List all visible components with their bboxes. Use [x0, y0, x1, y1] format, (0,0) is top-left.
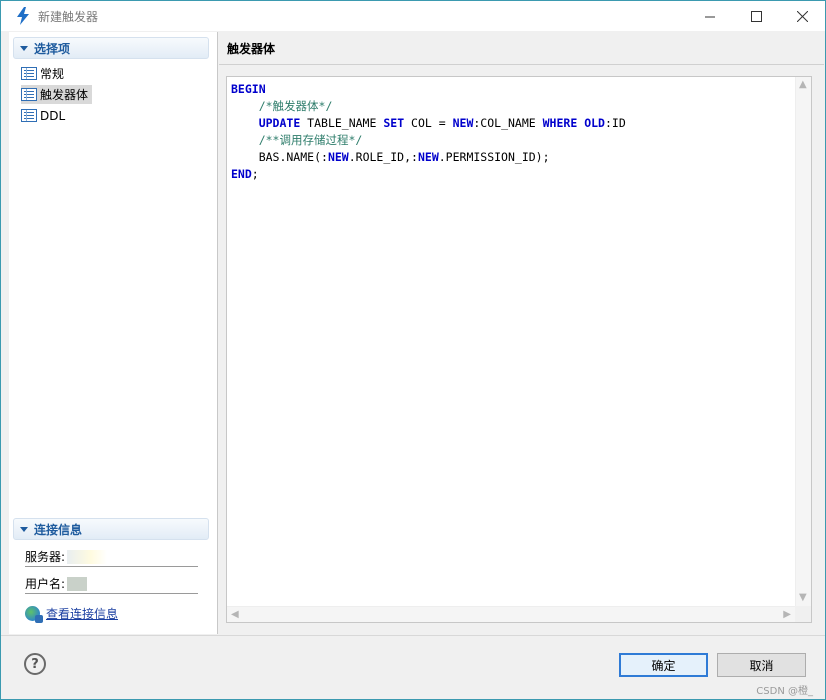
code-line: END; [231, 166, 626, 183]
table-icon [21, 109, 37, 122]
connection-globe-icon [25, 606, 43, 623]
code-text: :ID [604, 116, 626, 130]
code-keyword: NEW [327, 150, 349, 164]
code-keyword: SET [383, 116, 405, 130]
options-section-header[interactable]: 选择项 [13, 37, 209, 59]
code-text: BAS.NAME(: [231, 150, 328, 164]
code-keyword: NEW [452, 116, 474, 130]
code-line: /*触发器体*/ [231, 98, 626, 115]
code-keyword: END [231, 167, 252, 181]
options-header-label: 选择项 [34, 41, 71, 56]
code-comment: /**调用存储过程*/ [258, 133, 363, 147]
code-keyword: NEW [417, 150, 439, 164]
minimize-icon [704, 16, 715, 17]
code-text: .ROLE_ID,: [348, 150, 418, 164]
nav-item-label: DDL [40, 108, 66, 123]
user-value-redacted [67, 576, 88, 591]
left-nav-pane: 选择项 常规 触发器体 DDL 连接信息 服务器: 用户名: 查看连接信息 [9, 32, 218, 634]
sql-editor[interactable]: BEGIN /*触发器体*/ UPDATE TABLE_NAME SET COL… [226, 76, 812, 623]
code-keyword: OLD [584, 116, 605, 130]
nav-item-general[interactable]: 常规 [21, 64, 68, 83]
code-text: COL = [404, 116, 453, 130]
user-info-row: 用户名: [25, 574, 198, 594]
server-label: 服务器: [25, 550, 66, 564]
code-comment: /*触发器体*/ [258, 99, 333, 113]
ok-button[interactable]: 确定 [619, 653, 708, 677]
connection-section-header[interactable]: 连接信息 [13, 518, 209, 540]
code-keyword: WHERE [542, 116, 578, 130]
collapse-triangle-icon [20, 526, 28, 532]
trigger-body-header: 触发器体 [219, 32, 824, 65]
close-button[interactable] [779, 1, 825, 31]
minimize-button[interactable] [687, 1, 733, 31]
code-line: BAS.NAME(:NEW.ROLE_ID,:NEW.PERMISSION_ID… [231, 149, 626, 166]
maximize-button[interactable] [733, 1, 779, 31]
scroll-right-icon[interactable]: ▶ [783, 610, 791, 620]
help-icon[interactable]: ? [24, 653, 46, 675]
new-trigger-dialog: 新建触发器 选择项 常规 触发器体 DDL 连接信息 服务器: 用户名: 查看连… [0, 0, 826, 700]
nav-item-trigger-body[interactable]: 触发器体 [21, 85, 93, 104]
horizontal-scrollbar[interactable]: ◀ ▶ [227, 606, 795, 622]
collapse-triangle-icon [20, 45, 28, 51]
lightning-icon [17, 7, 29, 25]
maximize-icon [750, 10, 762, 22]
code-text: .PERMISSION_ID); [438, 150, 550, 164]
watermark: CSDN @橙_ [756, 686, 813, 697]
server-info-row: 服务器: [25, 547, 198, 567]
window-title: 新建触发器 [38, 10, 99, 24]
code-text: TABLE_NAME [300, 116, 384, 130]
dialog-footer: ? 确定 取消 CSDN @橙_ [1, 635, 825, 699]
close-icon [796, 10, 808, 22]
code-text: :COL_NAME [473, 116, 543, 130]
cancel-button[interactable]: 取消 [717, 653, 806, 677]
code-keyword: BEGIN [231, 82, 266, 96]
sql-code[interactable]: BEGIN /*触发器体*/ UPDATE TABLE_NAME SET COL… [231, 81, 626, 183]
table-icon [21, 88, 37, 101]
table-icon [21, 67, 37, 80]
connection-header-label: 连接信息 [34, 522, 83, 537]
scroll-down-icon[interactable]: ▼ [799, 593, 807, 603]
code-line: /**调用存储过程*/ [231, 132, 626, 149]
code-line: BEGIN [231, 81, 626, 98]
scroll-left-icon[interactable]: ◀ [231, 610, 239, 620]
scroll-corner [795, 606, 811, 622]
nav-item-ddl[interactable]: DDL [21, 106, 69, 125]
code-line: UPDATE TABLE_NAME SET COL = NEW:COL_NAME… [231, 115, 626, 132]
nav-item-label: 触发器体 [40, 88, 89, 102]
view-connection-link[interactable]: 查看连接信息 [46, 605, 118, 622]
code-keyword: UPDATE [258, 116, 301, 130]
vertical-scrollbar[interactable]: ▲ ▼ [795, 77, 811, 606]
scroll-up-icon[interactable]: ▲ [799, 80, 807, 90]
title-bar[interactable]: 新建触发器 [1, 1, 825, 31]
view-connection-link-row[interactable]: 查看连接信息 [25, 605, 118, 623]
nav-item-label: 常规 [40, 67, 65, 81]
user-label: 用户名: [25, 577, 66, 591]
code-text: ; [251, 167, 259, 181]
right-content-pane: 触发器体 BEGIN /*触发器体*/ UPDATE TABLE_NAME SE… [219, 32, 824, 634]
server-value-redacted [67, 549, 108, 564]
